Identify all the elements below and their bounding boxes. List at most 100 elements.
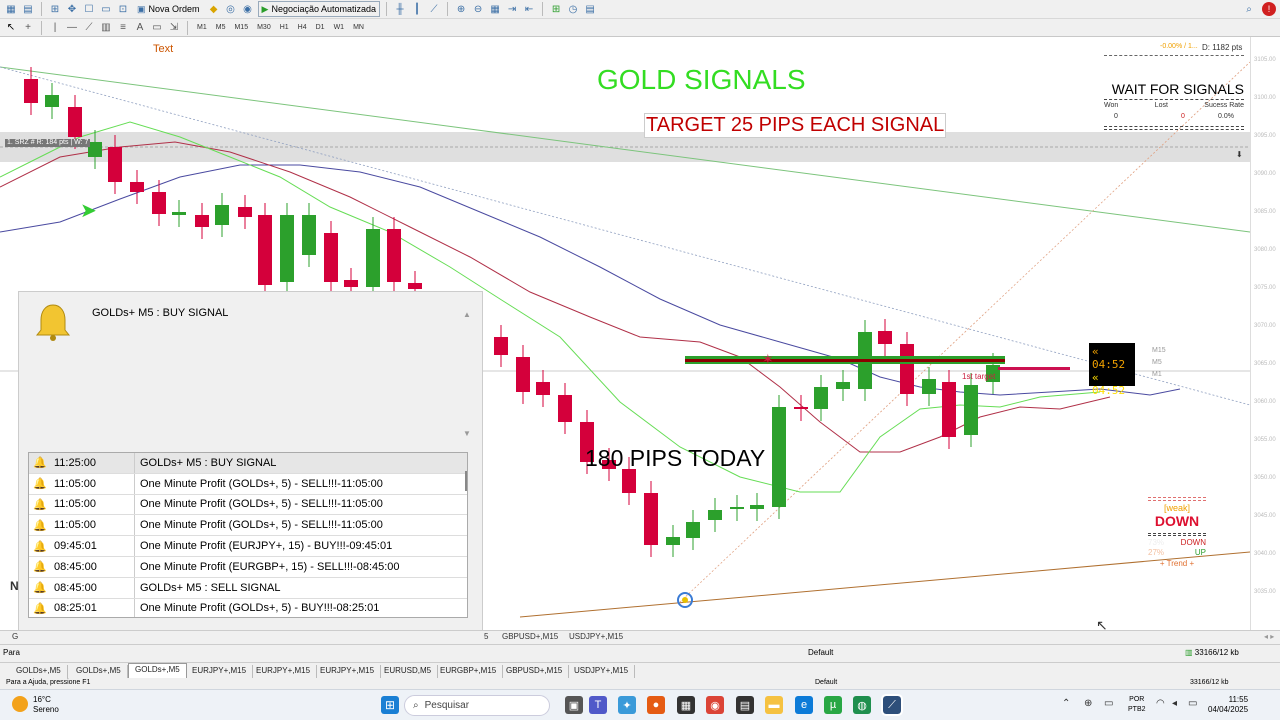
mouse-cursor-icon: ↖	[1096, 617, 1108, 630]
copilot-icon[interactable]: ✦	[618, 696, 636, 714]
indicators-icon[interactable]: ⊞	[549, 2, 563, 16]
line-chart-icon[interactable]: ⟋	[427, 2, 441, 16]
alert-row[interactable]: 🔔 11:25:00 GOLDs+ M5 : BUY SIGNAL	[29, 453, 467, 474]
metatrader-icon[interactable]: ⟋	[881, 694, 903, 716]
task-view-icon[interactable]: ▣	[565, 696, 583, 714]
timeframe-m1[interactable]: M1	[194, 24, 210, 31]
firefox-icon[interactable]: ●	[647, 696, 665, 714]
zoom-out-icon[interactable]: ⊖	[471, 2, 485, 16]
weather-icon[interactable]	[12, 696, 28, 712]
symbol-tab[interactable]: GBPUSD+,M15	[500, 665, 570, 678]
fibonacci-icon[interactable]: ≡	[116, 21, 130, 35]
auto-scroll-icon[interactable]: ⇥	[505, 2, 519, 16]
weather-widget[interactable]: 16°C Sereno	[33, 695, 59, 715]
periods-icon[interactable]: ◷	[566, 2, 580, 16]
text-object[interactable]: Text	[153, 43, 173, 55]
trendline-icon[interactable]: ⟋	[82, 21, 96, 35]
search-book-icon[interactable]: ◎	[224, 2, 238, 16]
symbol-tab[interactable]: EURJPY+,M15	[314, 665, 382, 678]
chart-tab-gbpusd[interactable]: GBPUSD+,M15	[502, 632, 558, 641]
scroll-down-icon[interactable]: ⬇	[1236, 150, 1243, 159]
templates-icon[interactable]: ▤	[583, 2, 597, 16]
tray-app-icon[interactable]: ▭	[1104, 698, 1113, 709]
alert-history-list[interactable]: 🔔 11:25:00 GOLDs+ M5 : BUY SIGNAL 🔔 11:05:00…	[28, 452, 468, 618]
chart-shift-icon[interactable]: ⇤	[522, 2, 536, 16]
symbol-tab[interactable]: GOLDs+,M5	[10, 665, 68, 678]
arrows-tool-icon[interactable]: ⇲	[167, 21, 181, 35]
tray-chevron-icon[interactable]: ⌃	[1062, 698, 1070, 709]
cursor-icon[interactable]: ↖	[4, 21, 18, 35]
notification-icon[interactable]: !	[1262, 2, 1276, 16]
alert-row[interactable]: 🔔 09:45:01 One Minute Profit (EURJPY+, 15)…	[29, 536, 467, 557]
horizontal-line-icon[interactable]: —	[65, 21, 79, 35]
chart-tab-usdjpy[interactable]: USDJPY+,M15	[569, 632, 623, 641]
auto-trading-button[interactable]: ▶ Negociação Automatizada	[257, 1, 381, 17]
timeframe-h4[interactable]: H4	[295, 24, 310, 31]
zoom-in-icon[interactable]: ⊕	[454, 2, 468, 16]
metaeditor-icon[interactable]: ◆	[207, 2, 221, 16]
alert-row[interactable]: 🔔 08:45:00 One Minute Profit (EURGBP+, 15)…	[29, 556, 467, 578]
market-watch-icon[interactable]: ⊞	[48, 2, 62, 16]
timeframe-m5[interactable]: M5	[213, 24, 229, 31]
new-order-button[interactable]: ▣ Nova Ordem	[133, 1, 204, 17]
timeframe-mn[interactable]: MN	[350, 24, 367, 31]
teams-icon[interactable]: T	[589, 696, 607, 714]
scroll-up-icon[interactable]: ▲	[463, 310, 471, 319]
scroll-down-icon[interactable]: ▼	[463, 429, 471, 438]
symbol-tab[interactable]: EURJPY+,M15	[250, 665, 318, 678]
edge-icon[interactable]: e	[795, 696, 813, 714]
drawing-toolbar: ↖ + | — ⟋ ▥ ≡ A ▭ ⇲ M1 M5 M15 M30 H1 H4 …	[0, 19, 1280, 37]
tile-windows-icon[interactable]: ▦	[488, 2, 502, 16]
timeframe-w1[interactable]: W1	[331, 24, 348, 31]
alert-row[interactable]: 🔔 11:05:00 One Minute Profit (GOLDs+, 5) -…	[29, 515, 467, 537]
clock[interactable]: 11:55 04/04/2025	[1208, 695, 1248, 715]
tab-nav-icon[interactable]: ◂ ▸	[1264, 632, 1274, 641]
file-explorer-icon[interactable]: ▬	[765, 696, 783, 714]
label-tool-icon[interactable]: ▭	[150, 21, 164, 35]
taskbar-search[interactable]: ⌕ Pesquisar	[404, 695, 550, 716]
timeframe-m15[interactable]: M15	[231, 24, 251, 31]
timeframe-d1[interactable]: D1	[313, 24, 328, 31]
trend-up-pct: 27%	[1148, 548, 1165, 557]
symbol-tab[interactable]: EURJPY+,M15	[186, 665, 254, 678]
channel-icon[interactable]: ▥	[99, 21, 113, 35]
microphone-icon[interactable]: ⊕	[1084, 698, 1092, 709]
alert-row[interactable]: 🔔 08:45:00 GOLDs+ M5 : SELL SIGNAL	[29, 577, 467, 599]
language-indicator[interactable]: POR PTB2	[1128, 695, 1146, 715]
utorrent-icon[interactable]: µ	[824, 696, 842, 714]
search-icon[interactable]: ⌕	[1242, 2, 1256, 16]
app-icon[interactable]: ▤	[736, 696, 754, 714]
strategy-tester-icon[interactable]: ⊡	[116, 2, 130, 16]
text-tool-icon[interactable]: A	[133, 21, 147, 35]
symbol-tab[interactable]: USDJPY+,M15	[568, 665, 636, 678]
profiles-icon[interactable]: ▤	[21, 2, 35, 16]
symbol-tab[interactable]: GOLDs+,M5	[70, 665, 128, 678]
timeframe-h1[interactable]: H1	[277, 24, 292, 31]
bar-chart-icon[interactable]: ╫	[393, 2, 407, 16]
alert-row[interactable]: 🔔 11:05:00 One Minute Profit (GOLDs+, 5) -…	[29, 494, 467, 516]
volume-icon[interactable]: ◂	[1172, 698, 1177, 709]
candlestick-icon[interactable]: ┃	[410, 2, 424, 16]
windows-start-icon[interactable]: ⊞	[381, 696, 399, 714]
new-chart-icon[interactable]: ▦	[4, 2, 18, 16]
data-window-icon[interactable]: ☐	[82, 2, 96, 16]
alert-row[interactable]: 🔔 11:05:00 One Minute Profit (GOLDs+, 5) -…	[29, 473, 467, 495]
wifi-icon[interactable]: ◠	[1156, 698, 1165, 709]
crosshair-icon[interactable]: +	[21, 21, 35, 35]
terminal-icon[interactable]: ▭	[99, 2, 113, 16]
symbol-tab[interactable]: GOLDs+,M5	[128, 663, 187, 679]
signals-icon[interactable]: ◉	[241, 2, 255, 16]
app-green-icon[interactable]: ◍	[853, 696, 871, 714]
list-scrollbar[interactable]	[465, 471, 467, 491]
battery-icon[interactable]: ▭	[1188, 698, 1197, 709]
timeframe-m30[interactable]: M30	[254, 24, 274, 31]
symbol-tab[interactable]: EURGBP+,M15	[434, 665, 504, 678]
alert-row[interactable]: 🔔 08:25:01 One Minute Profit (GOLDs+, 5) -…	[29, 598, 467, 617]
media-icon[interactable]: ▦	[677, 696, 695, 714]
chrome-icon[interactable]: ◉	[706, 696, 724, 714]
price-axis[interactable]: 3105.00 3100.00 3095.00 3090.00 3085.00 3080.…	[1250, 37, 1280, 630]
symbol-tab[interactable]: EURUSD,M5	[378, 665, 439, 678]
vertical-line-icon[interactable]: |	[48, 21, 62, 35]
navigator-icon[interactable]: ✥	[65, 2, 79, 16]
profile-name[interactable]: Default	[808, 648, 833, 657]
